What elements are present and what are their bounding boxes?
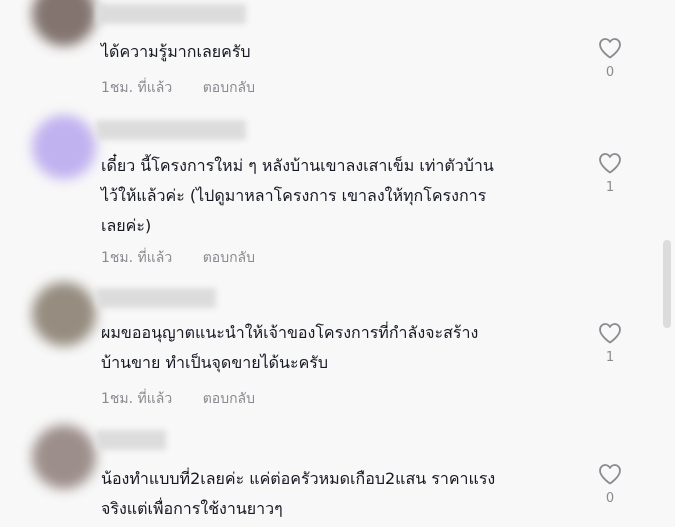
like-count: 0 xyxy=(605,491,615,506)
username-blurred[interactable] xyxy=(96,4,246,24)
comment-time: 1ชม. ที่แล้ว xyxy=(101,80,173,96)
comment-text: ได้ความรู้มากเลยครับ xyxy=(101,42,251,61)
like-control[interactable]: 0 xyxy=(595,37,625,80)
comments-panel: ได้ความรู้มากเลยครับ 1ชม. ที่แล้ว ตอบกลั… xyxy=(0,0,675,527)
avatar[interactable] xyxy=(32,425,96,489)
comment-time: 1ชม. ที่แล้ว xyxy=(101,391,173,407)
reply-button[interactable]: ตอบกลับ xyxy=(203,80,255,96)
username-blurred[interactable] xyxy=(96,430,166,450)
heart-icon[interactable] xyxy=(598,463,622,485)
reply-button[interactable]: ตอบกลับ xyxy=(203,250,255,266)
avatar[interactable] xyxy=(32,282,96,346)
avatar[interactable] xyxy=(32,115,96,179)
username-blurred[interactable] xyxy=(96,288,216,308)
comment-time: 1ชม. ที่แล้ว xyxy=(101,250,173,266)
comment-meta: 1ชม. ที่แล้ว ตอบกลับ xyxy=(101,388,255,410)
heart-icon[interactable] xyxy=(598,322,622,344)
heart-icon[interactable] xyxy=(598,37,622,59)
reply-button[interactable]: ตอบกลับ xyxy=(203,391,255,407)
comment-meta: 1ชม. ที่แล้ว ตอบกลับ xyxy=(101,77,255,99)
comment-text: ผมขออนุญาตแนะนำให้เจ้าของโครงการที่กำลัง… xyxy=(101,323,479,372)
like-count: 0 xyxy=(605,65,615,80)
like-control[interactable]: 1 xyxy=(595,152,625,195)
like-count: 1 xyxy=(605,350,615,365)
username-blurred[interactable] xyxy=(96,120,246,140)
heart-icon[interactable] xyxy=(598,152,622,174)
like-control[interactable]: 0 xyxy=(595,463,625,506)
like-control[interactable]: 1 xyxy=(595,322,625,365)
scrollbar-thumb[interactable] xyxy=(663,240,671,328)
avatar[interactable] xyxy=(32,0,96,46)
comment-text: น้องทำแบบที่2เลยค่ะ แค่ต่อครัวหมดเกือบ2แ… xyxy=(101,469,496,518)
like-count: 1 xyxy=(605,180,615,195)
comment-meta: 1ชม. ที่แล้ว ตอบกลับ xyxy=(101,247,255,269)
comment-text: เดี๋ยว นี้โครงการใหม่ ๆ หลังบ้านเขาลงเสา… xyxy=(101,156,494,235)
